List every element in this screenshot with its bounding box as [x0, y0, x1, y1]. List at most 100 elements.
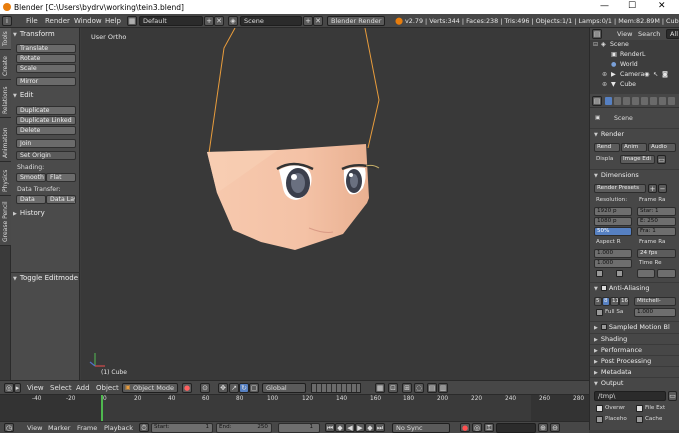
menu-view[interactable]: View — [27, 424, 42, 432]
metadata-panel-header[interactable]: ▶ Metadata — [590, 366, 679, 376]
render-camera-icon[interactable]: ◙ — [662, 71, 668, 78]
data-layout-button[interactable]: Data Lay — [46, 195, 76, 204]
timeline-editor-icon[interactable]: ◷ — [4, 423, 14, 432]
aa-filter-size-field[interactable]: 1.000 — [634, 308, 676, 317]
proportional-edit-icon[interactable]: ◌ — [414, 383, 424, 393]
shading-panel-header[interactable]: ▶ Shading — [590, 333, 679, 343]
header-collapse-icon[interactable]: ▸ — [14, 383, 21, 393]
output-panel-header[interactable]: ▼ Output — [590, 377, 679, 387]
toggle-editmode-header[interactable]: ▼ Toggle Editmode — [13, 274, 79, 284]
add-scene-button[interactable]: + — [303, 16, 313, 26]
tab-relations[interactable]: Relations — [0, 80, 11, 118]
mirror-button[interactable]: Mirror — [16, 77, 76, 86]
menu-render[interactable]: Render — [45, 17, 70, 25]
prev-keyframe-icon[interactable]: ◆ — [335, 423, 345, 432]
menu-help[interactable]: Help — [105, 17, 121, 25]
aspect-y-field[interactable]: 1.000 — [594, 259, 632, 268]
render-image-button[interactable]: Rend — [594, 143, 620, 152]
aa-samples-16[interactable]: 16 — [619, 297, 629, 306]
world-tab-icon[interactable] — [632, 97, 639, 105]
tab-physics[interactable]: Physics — [0, 162, 11, 196]
aa-samples-11[interactable]: 11 — [610, 297, 619, 306]
delete-keyframe-icon[interactable]: ⊖ — [550, 423, 560, 432]
remove-layout-button[interactable]: ✕ — [214, 16, 224, 26]
outliner-row-cube[interactable]: ⊕ ▼ Cube — [590, 81, 679, 90]
scene-icon[interactable]: ◈ — [228, 16, 238, 26]
play-icon[interactable]: ▶ — [355, 423, 365, 432]
scene-field[interactable]: Scene — [240, 16, 302, 26]
remove-scene-button[interactable]: ✕ — [313, 16, 323, 26]
edit-panel-header[interactable]: ▼ Edit — [13, 91, 79, 101]
keying-set-icon[interactable]: ⚿ — [484, 423, 494, 432]
render-tab-icon[interactable] — [605, 97, 612, 105]
editor-type-icon[interactable]: i — [2, 16, 12, 26]
end-frame-field[interactable]: E: 250 — [637, 217, 676, 226]
pivot-point-icon[interactable]: ⊙ — [200, 383, 210, 393]
menu-frame[interactable]: Frame — [77, 424, 97, 432]
outliner-search-menu[interactable]: Search — [638, 30, 660, 38]
data-tab-icon[interactable] — [668, 97, 675, 105]
join-button[interactable]: Join — [16, 139, 76, 148]
scale-button[interactable]: Scale — [16, 64, 76, 73]
translate-button[interactable]: Translate — [16, 44, 76, 53]
crop-checkbox[interactable] — [616, 270, 623, 277]
motion-blur-panel-header[interactable]: ▶ Sampled Motion Bl — [590, 321, 679, 331]
preview-range-icon[interactable]: ⏱ — [139, 423, 149, 432]
3d-editor-type-icon[interactable]: ◎ — [4, 383, 14, 393]
opengl-animation-icon[interactable]: ▥ — [438, 383, 448, 393]
menu-playback[interactable]: Playback — [104, 424, 133, 432]
cube-mesh-render[interactable] — [81, 28, 589, 380]
resolution-percentage-field[interactable]: 50% — [594, 227, 632, 236]
outliner-row-renderlayers[interactable]: ▣ RenderL — [590, 51, 679, 60]
aa-samples-8[interactable]: 8 — [602, 297, 610, 306]
overwrite-checkbox[interactable] — [596, 405, 603, 412]
sync-mode-select[interactable]: No Sync — [392, 423, 450, 433]
scene-tab-icon[interactable] — [623, 97, 630, 105]
timeline-editor[interactable]: -40 -20 0 20 40 60 80 100 120 140 160 18… — [0, 394, 589, 421]
time-remap-old-field[interactable] — [637, 269, 655, 278]
menu-view[interactable]: View — [27, 384, 44, 392]
anti-aliasing-checkbox[interactable] — [600, 285, 607, 291]
dimensions-panel-header[interactable]: ▼ Dimensions — [590, 169, 679, 179]
menu-select[interactable]: Select — [50, 384, 72, 392]
border-checkbox[interactable] — [596, 270, 603, 277]
duplicate-linked-button[interactable]: Duplicate Linked — [16, 116, 76, 125]
manipulator-toggle-icon[interactable]: ✥ — [218, 383, 228, 393]
screen-layout-field[interactable]: Default — [139, 16, 203, 26]
display-select[interactable]: Image Edi — [620, 155, 655, 164]
set-origin-dropdown[interactable]: Set Origin — [16, 151, 76, 160]
start-frame-field[interactable]: Start: 1 — [151, 423, 213, 433]
renderlayer-tab-icon[interactable] — [614, 97, 621, 105]
cache-result-checkbox[interactable] — [636, 416, 643, 423]
placeholders-checkbox[interactable] — [596, 416, 603, 423]
snap-icon[interactable]: ⊡ — [388, 383, 398, 393]
tab-animation[interactable]: Animation — [0, 118, 11, 162]
data-transfer-button[interactable]: Data — [16, 195, 46, 204]
tab-create[interactable]: Create — [0, 50, 11, 80]
translate-manipulator-icon[interactable]: ↗ — [229, 383, 239, 393]
render-presets-select[interactable]: Render Presets — [594, 184, 646, 193]
render-panel-header[interactable]: ▼ Render — [590, 128, 679, 138]
performance-panel-header[interactable]: ▶ Performance — [590, 344, 679, 354]
viewport-shading-icon[interactable]: ● — [182, 383, 192, 393]
menu-add[interactable]: Add — [76, 384, 90, 392]
render-engine-select[interactable]: Blender Render — [327, 16, 385, 26]
outliner-row-scene[interactable]: ⊟ ◈ Scene — [590, 41, 679, 50]
render-animation-button[interactable]: Anim — [621, 143, 647, 152]
outliner-row-world[interactable]: ● World — [590, 61, 679, 70]
rotate-manipulator-icon[interactable]: ↻ — [239, 383, 249, 393]
next-keyframe-icon[interactable]: ◆ — [365, 423, 375, 432]
rotate-button[interactable]: Rotate — [16, 54, 76, 63]
aa-filter-select[interactable]: Mitchell- — [634, 297, 676, 306]
tab-tools[interactable]: Tools — [0, 28, 11, 50]
screen-layout-icon[interactable]: ▦ — [127, 16, 137, 26]
insert-keyframe-icon[interactable]: ⊕ — [538, 423, 548, 432]
frame-step-field[interactable]: Fra: 1 — [637, 227, 676, 236]
close-button[interactable]: ✕ — [658, 1, 666, 11]
flat-button[interactable]: Flat — [46, 173, 76, 182]
jump-start-icon[interactable]: ⏮ — [325, 423, 335, 432]
anti-aliasing-panel-header[interactable]: ▼ Anti-Aliasing — [590, 282, 679, 292]
time-remap-new-field[interactable] — [657, 269, 676, 278]
post-processing-panel-header[interactable]: ▶ Post Processing — [590, 355, 679, 365]
outliner-row-camera[interactable]: ⊕ ▶ Camera ◉ ↖ ◙ — [590, 71, 679, 80]
